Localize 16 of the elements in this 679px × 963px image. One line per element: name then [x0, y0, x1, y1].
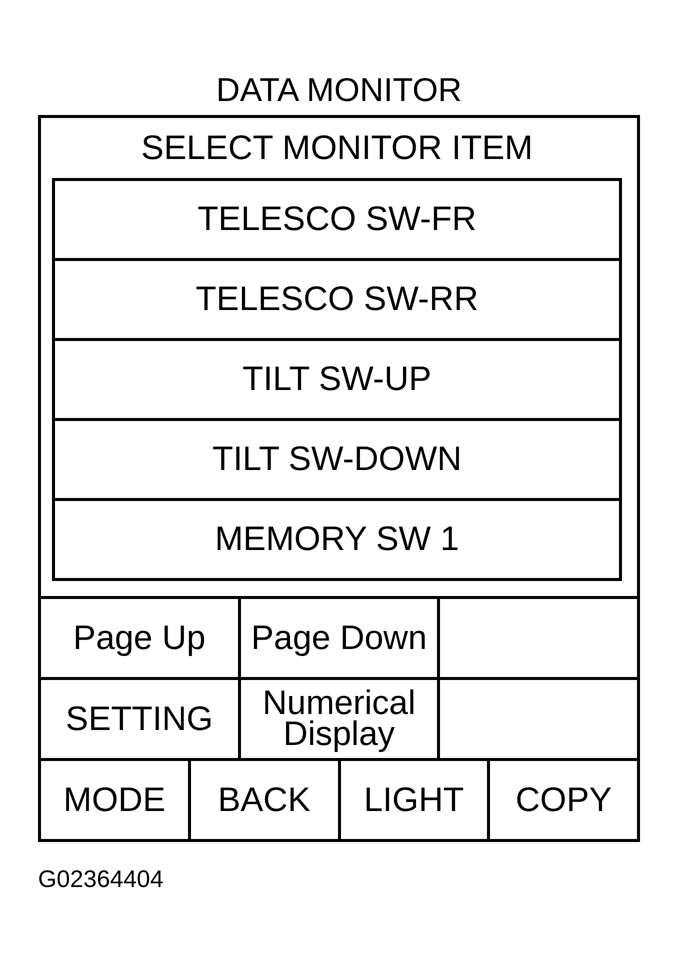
screen-key[interactable]: COPY: [490, 761, 637, 839]
monitor-item[interactable]: TELESCO SW-RR: [55, 261, 619, 341]
figure-code: G02364404: [38, 866, 164, 894]
screen-key[interactable]: SETTING: [41, 680, 238, 758]
panel-heading: SELECT MONITOR ITEM: [140, 128, 534, 169]
monitor-item[interactable]: TILT SW-UP: [55, 341, 619, 421]
monitor-item[interactable]: TILT SW-DOWN: [55, 421, 619, 501]
monitor-item[interactable]: MEMORY SW 1: [55, 501, 619, 578]
screen-key[interactable]: BACK: [190, 761, 338, 839]
monitor-item[interactable]: TELESCO SW-FR: [55, 181, 619, 261]
screen-key[interactable]: MODE: [41, 761, 188, 839]
screen-key[interactable]: LIGHT: [340, 761, 488, 839]
screen-title: DATA MONITOR: [215, 72, 463, 108]
screen-key[interactable]: Numerical Display: [240, 680, 438, 758]
screen-key[interactable]: Page Up: [41, 599, 238, 677]
screen-key[interactable]: Page Down: [240, 599, 438, 677]
